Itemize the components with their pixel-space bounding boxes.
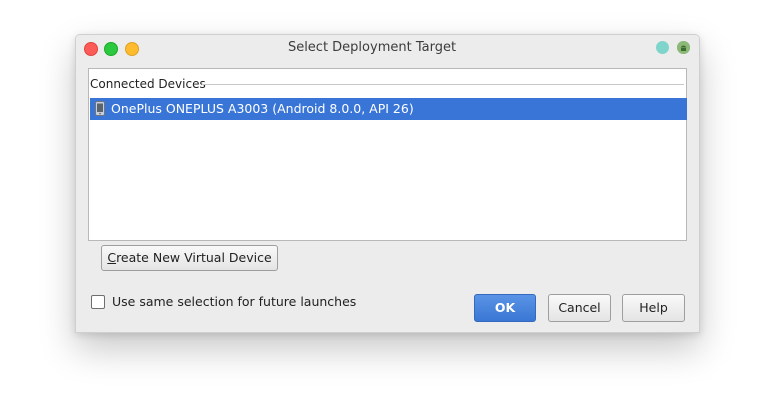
create-new-virtual-device-button[interactable]: Create New Virtual Device xyxy=(101,245,278,271)
create-button-label: reate New Virtual Device xyxy=(116,250,272,265)
phone-icon xyxy=(95,101,105,119)
group-divider xyxy=(202,84,684,85)
help-button[interactable]: Help xyxy=(622,294,685,322)
device-row-oneplus[interactable]: OnePlus ONEPLUS A3003 (Android 8.0.0, AP… xyxy=(90,98,687,120)
same-selection-checkbox[interactable] xyxy=(91,295,105,309)
window-title: Select Deployment Target xyxy=(287,40,457,55)
round-teal-icon xyxy=(656,41,669,54)
help-button-label: Help xyxy=(639,300,668,315)
ok-button[interactable]: OK xyxy=(474,294,536,322)
cancel-button[interactable]: Cancel xyxy=(548,294,611,322)
group-header-connected-devices: Connected Devices xyxy=(90,77,206,91)
device-label: OnePlus ONEPLUS A3003 (Android 8.0.0, AP… xyxy=(111,101,414,116)
screen: Select Deployment Target Connected Devic… xyxy=(0,0,774,417)
title-bar: Select Deployment Target xyxy=(76,35,699,62)
android-studio-icon xyxy=(677,41,690,54)
same-selection-label: Use same selection for future launches xyxy=(112,294,357,309)
ok-button-label: OK xyxy=(494,300,516,315)
device-list[interactable]: Connected Devices OnePlus ONEPLUS A3003 … xyxy=(88,68,687,241)
create-button-mnemonic: C xyxy=(107,250,117,265)
deployment-target-dialog: Select Deployment Target Connected Devic… xyxy=(75,34,700,333)
cancel-button-label: Cancel xyxy=(558,300,601,315)
